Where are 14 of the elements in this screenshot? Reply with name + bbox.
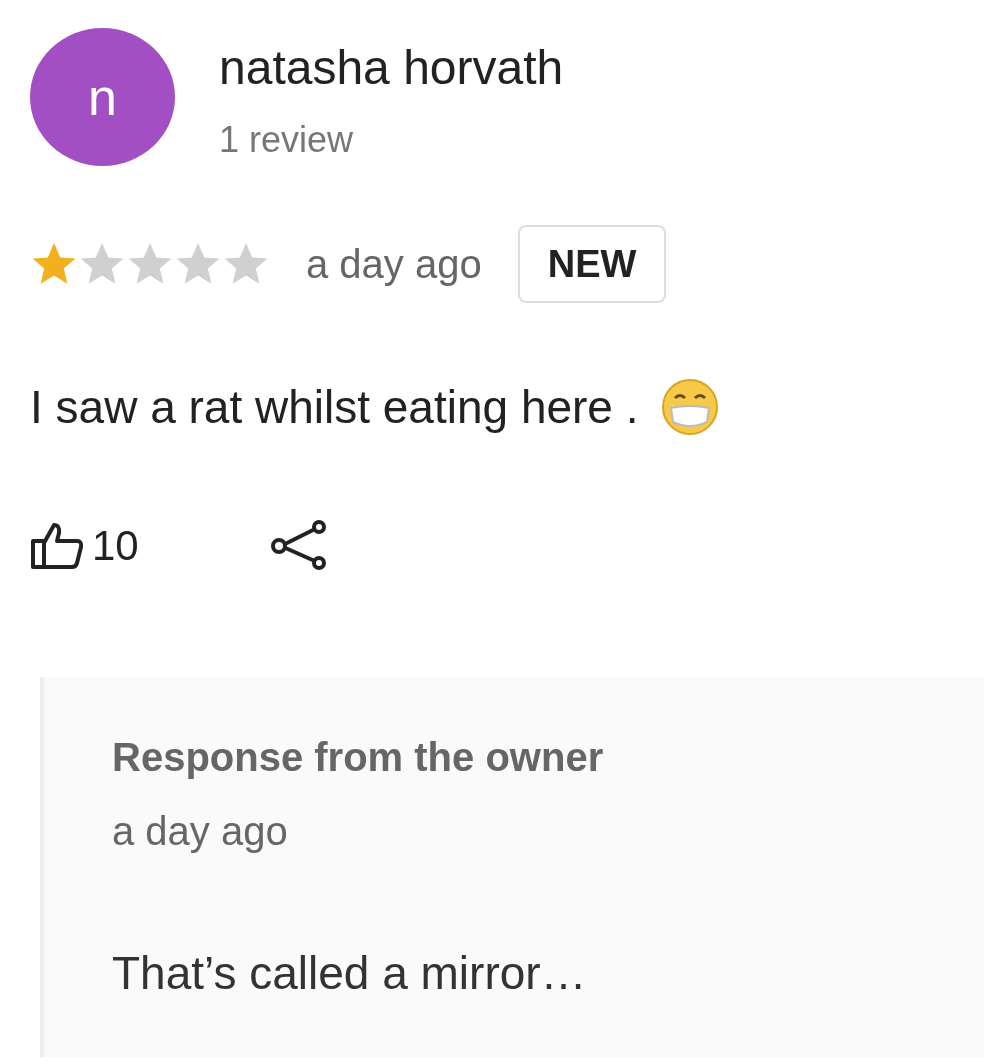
review-time: a day ago [306, 240, 482, 288]
like-button[interactable]: 10 [30, 513, 139, 577]
share-button[interactable] [268, 520, 329, 571]
review-text: I saw a rat whilst eating here . [30, 379, 639, 435]
response-text: That’s called a mirror… [112, 945, 588, 1001]
avatar: n [30, 28, 175, 166]
response-title: Response from the owner [112, 733, 605, 781]
thumbs-up-icon [30, 521, 84, 570]
reviewer-name[interactable]: natasha horvath [219, 42, 564, 95]
share-icon [268, 520, 329, 571]
response-time: a day ago [112, 807, 289, 855]
review-count: 1 review [219, 117, 355, 162]
mask-emoji-icon [660, 378, 719, 437]
new-badge: NEW [517, 224, 667, 303]
